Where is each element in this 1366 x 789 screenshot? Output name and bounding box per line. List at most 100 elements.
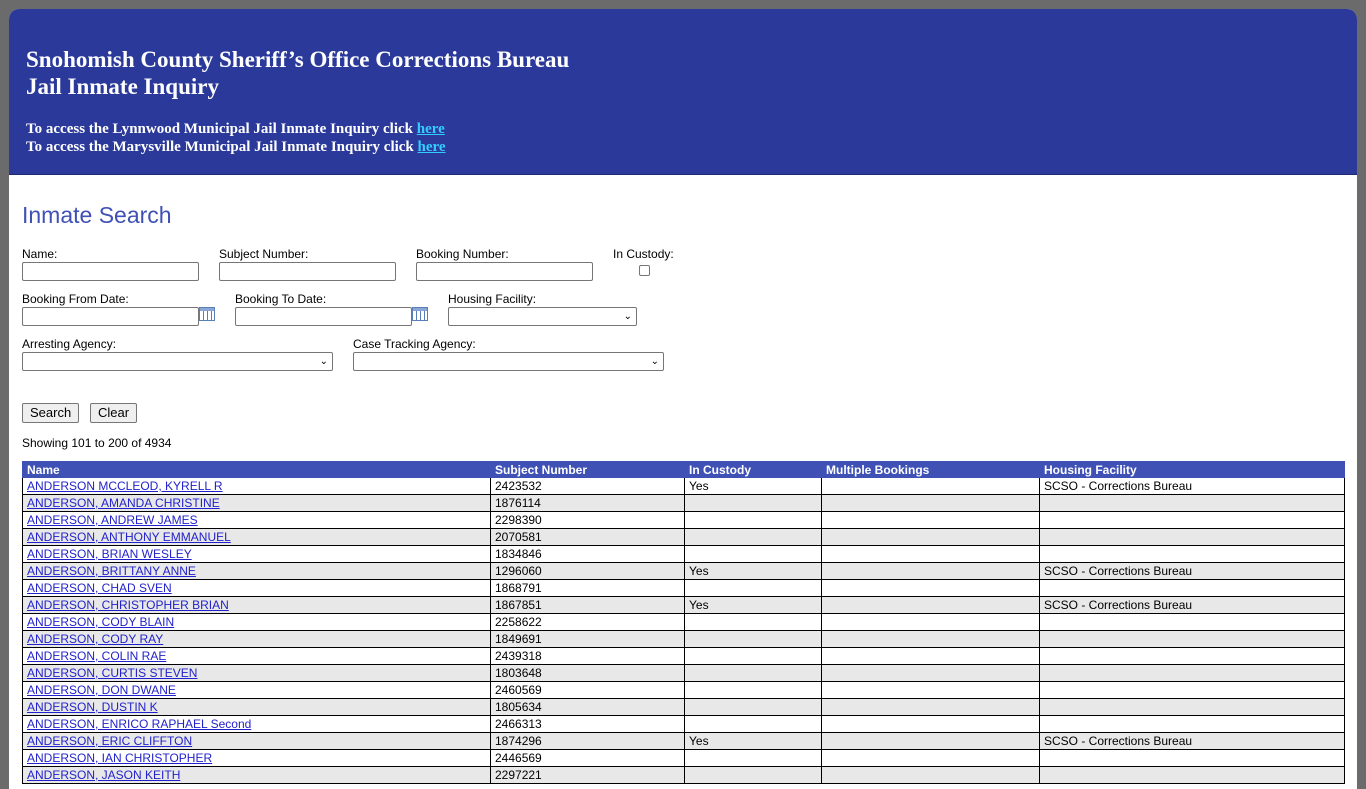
cell-in-custody: [684, 613, 822, 631]
cell-multiple-bookings: [821, 647, 1040, 665]
table-row: ANDERSON, ANTHONY EMMANUEL 2070581: [22, 528, 1345, 546]
cell-subject-number: 2423532: [490, 477, 685, 495]
cell-housing-facility: [1039, 545, 1345, 563]
in-custody-checkbox[interactable]: [639, 265, 650, 276]
cell-multiple-bookings: [821, 766, 1040, 784]
cell-subject-number: 2297221: [490, 766, 685, 784]
table-row: ANDERSON, AMANDA CHRISTINE 1876114: [22, 494, 1345, 512]
cell-name: ANDERSON, ERIC CLIFFTON: [22, 732, 491, 750]
municipal-links: To access the Lynnwood Municipal Jail In…: [26, 120, 446, 156]
housing-facility-label: Housing Facility:: [448, 292, 537, 306]
table-row: ANDERSON, BRIAN WESLEY 1834846: [22, 545, 1345, 563]
cell-subject-number: 1868791: [490, 579, 685, 597]
cell-multiple-bookings: [821, 698, 1040, 716]
cell-subject-number: 2446569: [490, 749, 685, 767]
cell-multiple-bookings: [821, 596, 1040, 614]
cell-subject-number: 2439318: [490, 647, 685, 665]
cell-in-custody: [684, 528, 822, 546]
search-button[interactable]: Search: [22, 403, 80, 423]
table-row: ANDERSON, CODY BLAIN 2258622: [22, 613, 1345, 631]
inmate-name-link[interactable]: ANDERSON, DON DWANE: [27, 683, 176, 697]
column-header-multiple-bookings[interactable]: Multiple Bookings: [821, 461, 1040, 478]
cell-housing-facility: SCSO - Corrections Bureau: [1039, 562, 1345, 580]
table-row: ANDERSON, CODY RAY 1849691: [22, 630, 1345, 648]
calendar-icon[interactable]: [412, 307, 428, 321]
inmate-name-link[interactable]: ANDERSON, CHRISTOPHER BRIAN: [27, 598, 229, 612]
inmate-name-link[interactable]: ANDERSON, CHAD SVEN: [27, 581, 172, 595]
inmate-name-link[interactable]: ANDERSON, DUSTIN K: [27, 700, 158, 714]
site-title: Snohomish County Sheriff’s Office Correc…: [26, 46, 569, 100]
cell-multiple-bookings: [821, 562, 1040, 580]
column-header-name[interactable]: Name: [22, 461, 491, 478]
cell-multiple-bookings: [821, 579, 1040, 597]
cell-in-custody: [684, 715, 822, 733]
cell-multiple-bookings: [821, 477, 1040, 495]
inmate-name-link[interactable]: ANDERSON, CURTIS STEVEN: [27, 666, 197, 680]
cell-subject-number: 1849691: [490, 630, 685, 648]
cell-multiple-bookings: [821, 528, 1040, 546]
chevron-down-icon: ⌄: [319, 356, 328, 367]
lynnwood-here-link[interactable]: here: [417, 121, 445, 137]
cell-name: ANDERSON, IAN CHRISTOPHER: [22, 749, 491, 767]
marysville-here-link[interactable]: here: [418, 139, 446, 155]
cell-name: ANDERSON, DON DWANE: [22, 681, 491, 699]
cell-housing-facility: [1039, 630, 1345, 648]
lynnwood-link-text: To access the Lynnwood Municipal Jail In…: [26, 121, 417, 137]
inmate-name-link[interactable]: ANDERSON, ERIC CLIFFTON: [27, 734, 192, 748]
cell-name: ANDERSON, COLIN RAE: [22, 647, 491, 665]
cell-subject-number: 2070581: [490, 528, 685, 546]
booking-to-date-label: Booking To Date:: [235, 292, 327, 306]
inmate-name-link[interactable]: ANDERSON, CODY BLAIN: [27, 615, 174, 629]
cell-name: ANDERSON, DUSTIN K: [22, 698, 491, 716]
table-row: ANDERSON, IAN CHRISTOPHER 2446569: [22, 749, 1345, 767]
cell-subject-number: 1803648: [490, 664, 685, 682]
cell-in-custody: [684, 664, 822, 682]
cell-housing-facility: [1039, 715, 1345, 733]
calendar-icon[interactable]: [199, 307, 215, 321]
inmate-name-link[interactable]: ANDERSON, IAN CHRISTOPHER: [27, 751, 212, 765]
inmate-name-link[interactable]: ANDERSON MCCLEOD, KYRELL R: [27, 479, 223, 493]
booking-to-date-input[interactable]: [235, 307, 412, 326]
inmate-name-link[interactable]: ANDERSON, BRITTANY ANNE: [27, 564, 196, 578]
cell-in-custody: Yes: [684, 732, 822, 750]
booking-from-date-input[interactable]: [22, 307, 199, 326]
housing-facility-select[interactable]: ⌄: [448, 307, 637, 326]
inmate-name-link[interactable]: ANDERSON, AMANDA CHRISTINE: [27, 496, 220, 510]
name-input[interactable]: [22, 262, 199, 281]
table-row: ANDERSON MCCLEOD, KYRELL R 2423532 Yes SCSO…: [22, 477, 1345, 495]
cell-subject-number: 1867851: [490, 596, 685, 614]
cell-subject-number: 2466313: [490, 715, 685, 733]
cell-name: ANDERSON, ANTHONY EMMANUEL: [22, 528, 491, 546]
booking-number-input[interactable]: [416, 262, 593, 281]
column-header-subject-number[interactable]: Subject Number: [490, 461, 685, 478]
cell-multiple-bookings: [821, 613, 1040, 631]
inmate-name-link[interactable]: ANDERSON, COLIN RAE: [27, 649, 166, 663]
cell-housing-facility: [1039, 528, 1345, 546]
table-row: ANDERSON, JASON KEITH 2297221: [22, 766, 1345, 784]
cell-name: ANDERSON MCCLEOD, KYRELL R: [22, 477, 491, 495]
cell-in-custody: [684, 630, 822, 648]
cell-multiple-bookings: [821, 664, 1040, 682]
subject-number-input[interactable]: [219, 262, 396, 281]
cell-name: ANDERSON, BRIAN WESLEY: [22, 545, 491, 563]
column-header-in-custody[interactable]: In Custody: [684, 461, 822, 478]
table-row: ANDERSON, ERIC CLIFFTON 1874296 Yes SCSO - …: [22, 732, 1345, 750]
inmate-name-link[interactable]: ANDERSON, ANDREW JAMES: [27, 513, 198, 527]
lynnwood-link-line: To access the Lynnwood Municipal Jail In…: [26, 120, 446, 138]
cell-multiple-bookings: [821, 749, 1040, 767]
column-header-housing-facility[interactable]: Housing Facility: [1039, 461, 1345, 478]
inmate-name-link[interactable]: ANDERSON, ANTHONY EMMANUEL: [27, 530, 231, 544]
results-header-row: Name Subject Number In Custody Multiple …: [22, 461, 1345, 478]
cell-subject-number: 1805634: [490, 698, 685, 716]
cell-housing-facility: [1039, 647, 1345, 665]
clear-button[interactable]: Clear: [90, 403, 138, 423]
inmate-name-link[interactable]: ANDERSON, BRIAN WESLEY: [27, 547, 192, 561]
cell-name: ANDERSON, JASON KEITH: [22, 766, 491, 784]
case-tracking-agency-select[interactable]: ⌄: [353, 352, 664, 371]
cell-multiple-bookings: [821, 681, 1040, 699]
inmate-name-link[interactable]: ANDERSON, CODY RAY: [27, 632, 163, 646]
cell-in-custody: [684, 545, 822, 563]
inmate-name-link[interactable]: ANDERSON, ENRICO RAPHAEL Second: [27, 717, 251, 731]
inmate-name-link[interactable]: ANDERSON, JASON KEITH: [27, 768, 180, 782]
arresting-agency-select[interactable]: ⌄: [22, 352, 333, 371]
